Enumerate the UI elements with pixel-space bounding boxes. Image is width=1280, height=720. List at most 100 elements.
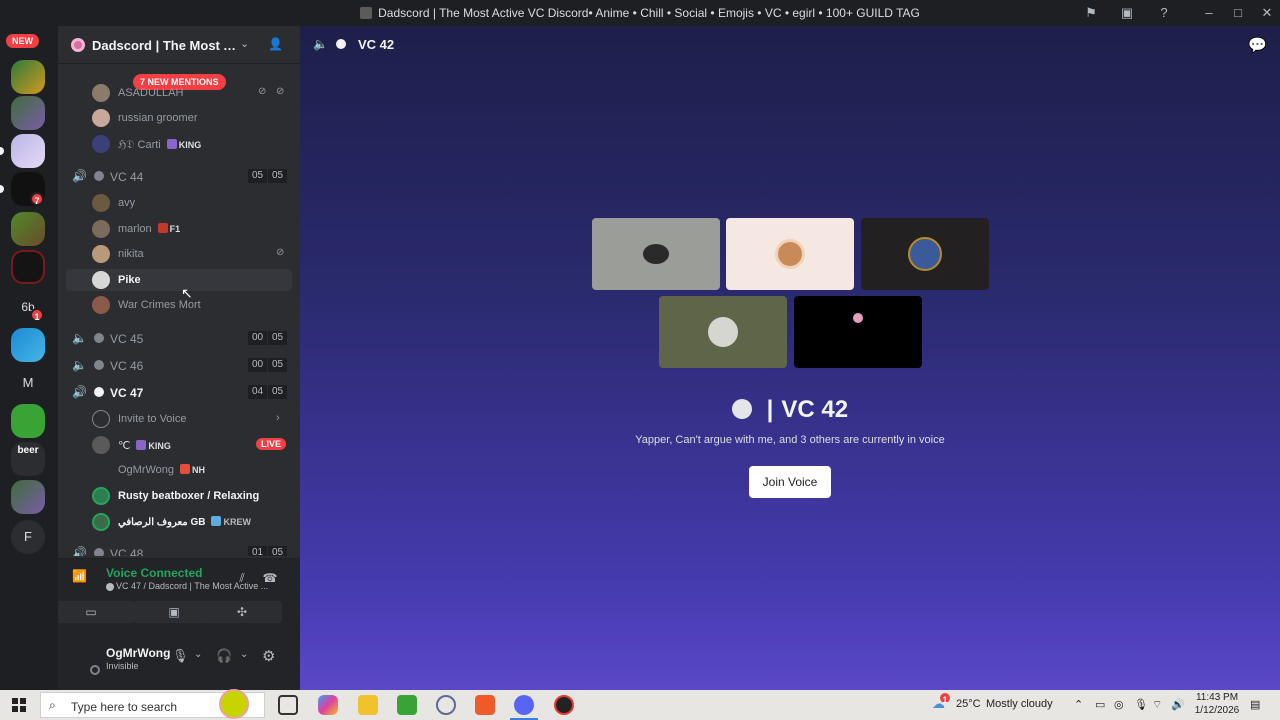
taskbar-search[interactable]: ⌕ Type here to search: [40, 689, 265, 719]
camera-button[interactable]: ▭: [58, 601, 136, 623]
add-member-icon[interactable]: 👤: [268, 37, 283, 51]
divider: |: [766, 396, 774, 423]
guild-tag: F1: [157, 223, 181, 234]
channel-dot-icon: [94, 171, 104, 181]
microphone-icon[interactable]: 🎙: [172, 648, 189, 664]
user-name-text: ℌ𝔇 Carti: [118, 139, 161, 151]
server-icon-letter-m[interactable]: M: [11, 366, 45, 400]
voice-user[interactable]: nikita ⊘: [58, 243, 300, 265]
maximize-icon[interactable]: □: [1230, 5, 1246, 21]
channel-dot-icon: [94, 387, 104, 397]
chevron-down-icon[interactable]: ⌄: [240, 37, 249, 50]
server-icon-6[interactable]: [11, 250, 45, 284]
network-icon[interactable]: ◎: [1114, 698, 1124, 711]
voice-channel-vc47[interactable]: 🔊 VC 47 04 05: [58, 381, 300, 403]
voice-channel-vc44[interactable]: 🔊 VC 44 05 05: [58, 165, 300, 187]
notifications-icon[interactable]: ▤: [1250, 698, 1260, 711]
disconnect-icon[interactable]: ☎: [256, 567, 284, 589]
file-explorer-icon[interactable]: [358, 695, 378, 715]
server-icon-m[interactable]: [11, 60, 45, 94]
guild-tag: KING: [166, 139, 201, 150]
user-limit: 05: [268, 358, 288, 372]
weather-desc[interactable]: Mostly cloudy: [986, 698, 1053, 710]
server-icon-8[interactable]: [11, 328, 45, 362]
clock-date[interactable]: 1/12/2026: [1192, 705, 1242, 716]
chat-bubble-icon[interactable]: 💬: [1248, 36, 1267, 54]
signal-icon[interactable]: 📶: [72, 569, 87, 583]
app-icon[interactable]: [436, 695, 456, 715]
chevron-down-icon[interactable]: ⌄: [194, 649, 202, 660]
username[interactable]: OgMrWong: [106, 646, 170, 660]
headphones-icon[interactable]: 🎧: [216, 648, 232, 664]
brave-browser-icon[interactable]: [475, 695, 495, 715]
voice-user-hovered[interactable]: Pike: [66, 269, 292, 291]
user-name: nikita: [118, 248, 144, 260]
server-icon-2[interactable]: [11, 96, 45, 130]
voice-user[interactable]: ℌ𝔇 Carti KING: [58, 133, 300, 155]
participant-tile[interactable]: [861, 218, 989, 290]
minimize-icon[interactable]: –: [1201, 5, 1217, 21]
task-view-icon[interactable]: [278, 695, 298, 715]
volume-icon[interactable]: 🔊: [1171, 698, 1185, 711]
join-voice-button[interactable]: Join Voice: [749, 466, 831, 498]
server-icon-beer[interactable]: beer: [11, 442, 45, 476]
voice-channel-vc45[interactable]: 🔈 VC 45 00 05: [58, 327, 300, 349]
server-icon-creeper[interactable]: [11, 404, 45, 438]
server-icon-letter-f[interactable]: F: [11, 520, 45, 554]
mic-tray-icon[interactable]: 🎙: [1134, 698, 1148, 711]
voice-user[interactable]: russian groomer: [58, 107, 300, 129]
minecraft-icon[interactable]: [397, 695, 417, 715]
noise-suppression-icon[interactable]: ⫽: [228, 567, 256, 589]
copilot-icon[interactable]: [318, 695, 338, 715]
windows-start-icon[interactable]: [12, 698, 26, 712]
voice-user[interactable]: War Crimes Mort: [58, 294, 300, 316]
server-icon-3[interactable]: [11, 134, 45, 168]
guild-tag-text: F1: [169, 224, 181, 234]
participant-tile[interactable]: [726, 218, 854, 290]
server-icon-12[interactable]: [11, 480, 45, 514]
voice-channel-vc46[interactable]: 🔈 VC 46 00 05: [58, 354, 300, 376]
voice-channel-vc48[interactable]: 🔊 VC 48 01 05: [58, 542, 300, 556]
user-limit: 05: [268, 385, 288, 399]
screen-share-icon[interactable]: ▣: [1119, 5, 1135, 21]
invite-to-voice-row[interactable]: Invite to Voice ›: [58, 408, 300, 430]
participant-tile[interactable]: [659, 296, 787, 368]
chevron-down-icon[interactable]: ⌄: [240, 649, 248, 660]
activities-button[interactable]: ✣: [202, 601, 282, 623]
voice-user[interactable]: ℃ KING LIVE: [58, 434, 300, 456]
voice-user[interactable]: Rusty beatboxer / Relaxing: [58, 485, 300, 507]
tray-chevron-icon[interactable]: ⌃: [1074, 698, 1083, 711]
invisible-status-icon: [90, 665, 100, 675]
voice-user[interactable]: marlon F1: [58, 218, 300, 240]
participant-tile[interactable]: [794, 296, 922, 368]
user-name-text: marlon: [118, 223, 152, 235]
avatar: [908, 237, 942, 271]
help-icon[interactable]: ?: [1156, 5, 1172, 21]
inbox-flag-icon[interactable]: ⚑: [1083, 5, 1099, 21]
voice-user[interactable]: ASADULLAH ⊘ ⊘: [58, 82, 300, 104]
voice-status[interactable]: Voice Connected: [106, 566, 202, 580]
server-icon-minecraft[interactable]: [11, 212, 45, 246]
discord-icon[interactable]: [514, 695, 534, 715]
settings-gear-icon[interactable]: ⚙: [262, 647, 275, 665]
battery-icon[interactable]: ▭: [1095, 698, 1105, 711]
search-icon: ⌕: [49, 698, 56, 712]
user-count: 04: [248, 385, 268, 399]
mouse-cursor-icon: ↖: [181, 285, 193, 301]
server-header[interactable]: Dadscord | The Most Ac... ⌄ 👤: [58, 26, 300, 64]
wifi-icon[interactable]: ⌔: [1152, 698, 1162, 712]
clock-time[interactable]: 11:43 PM: [1192, 692, 1242, 703]
user-name: Pike: [118, 274, 141, 286]
avatar: [92, 194, 110, 212]
app-icon: [360, 7, 373, 19]
obs-icon[interactable]: [554, 695, 574, 715]
voice-user[interactable]: avy: [58, 192, 300, 214]
close-icon[interactable]: ✕: [1259, 5, 1275, 21]
speaker-icon: 🔊: [72, 546, 87, 556]
speaker-icon: 🔊: [72, 385, 87, 399]
voice-user-self[interactable]: OgMrWong NH: [58, 459, 300, 481]
participant-tile[interactable]: [592, 218, 720, 290]
voice-user[interactable]: معروف الرصافي GB KREW: [58, 511, 300, 533]
new-badge[interactable]: NEW: [6, 34, 39, 48]
weather-temp[interactable]: 25°C: [956, 698, 981, 710]
